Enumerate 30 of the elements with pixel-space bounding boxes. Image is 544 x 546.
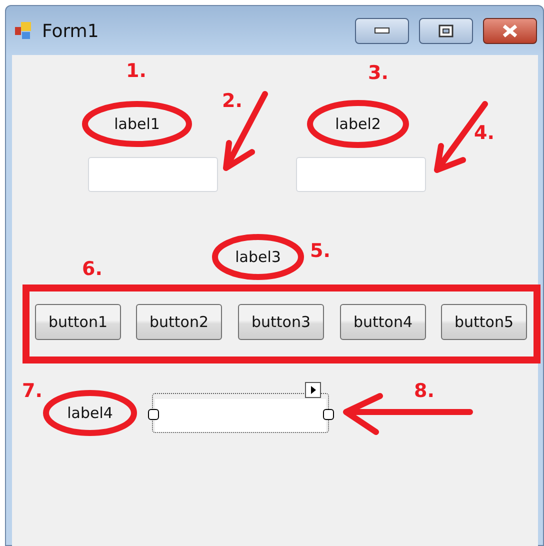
form-button[interactable]: button1	[35, 304, 121, 340]
text-field[interactable]	[88, 157, 218, 192]
label: label3	[235, 248, 281, 266]
form-button[interactable]: button3	[238, 304, 324, 340]
form-button[interactable]: button2	[136, 304, 222, 340]
form-button[interactable]: button4	[340, 304, 426, 340]
label: label2	[335, 115, 381, 133]
maximize-button[interactable]	[419, 18, 473, 44]
maximize-icon	[438, 24, 454, 38]
smart-tag-icon[interactable]	[305, 382, 321, 398]
label: label1	[114, 115, 160, 133]
annotation-number: 4.	[474, 122, 494, 144]
annotation-number: 1.	[126, 60, 146, 82]
annotation-number: 2.	[222, 90, 242, 112]
form-button[interactable]: button5	[441, 304, 527, 340]
annotation-number: 7.	[22, 380, 42, 402]
minimize-button[interactable]	[355, 18, 409, 44]
text-field[interactable]	[296, 157, 426, 192]
close-icon	[501, 24, 519, 38]
resize-handle[interactable]	[323, 409, 334, 420]
annotation-number: 5.	[310, 240, 330, 262]
window-title: Form1	[42, 20, 100, 42]
annotation-number: 3.	[368, 62, 388, 84]
minimize-icon	[374, 27, 390, 35]
resize-handle[interactable]	[148, 409, 159, 420]
close-button[interactable]	[483, 18, 537, 44]
annotation-number: 6.	[82, 258, 102, 280]
label: label4	[67, 404, 113, 422]
form-icon	[14, 21, 34, 41]
annotation-number: 8.	[414, 380, 434, 402]
